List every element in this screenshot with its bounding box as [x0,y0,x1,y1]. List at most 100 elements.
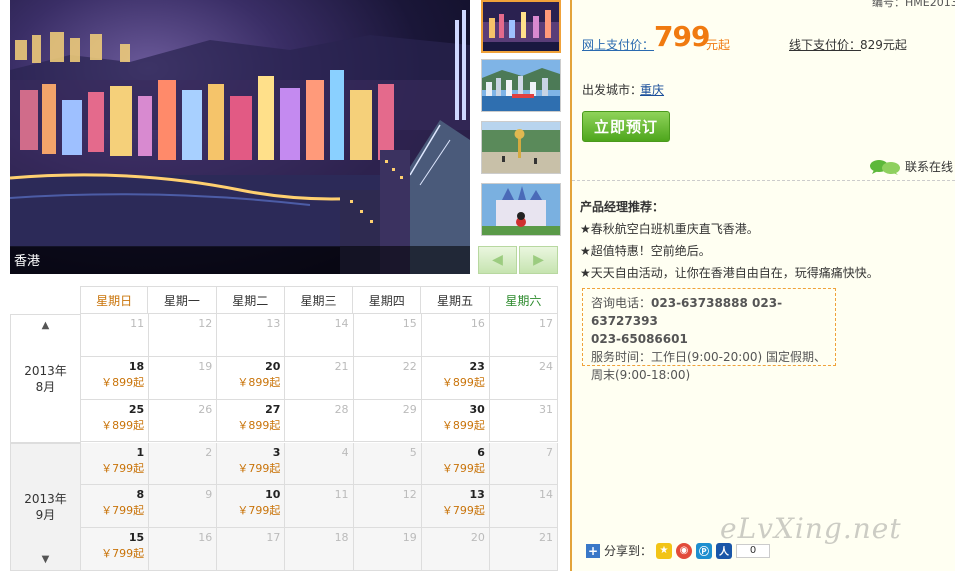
gallery-next-button[interactable]: ▶ [519,246,558,274]
calendar-day-number: 30 [469,402,485,416]
site-watermark: eLvXing.net [720,512,902,545]
prev-month-arrow-icon[interactable]: ▲ [10,320,81,331]
thumbnail-3[interactable] [481,121,561,174]
calendar-day-price: ￥899起 [101,375,145,389]
calendar-day-price: ￥799起 [441,461,485,475]
calendar-day-cell[interactable]: 8 ￥799起 [81,485,150,529]
calendar-day-cell[interactable]: 20 ￥899起 [217,356,286,400]
calendar-day-number: 25 [128,402,145,416]
calendar-day-cell: 11 [81,314,150,357]
calendar-day-cell: 26 [149,399,218,443]
calendar-day-number: 18 [334,531,349,545]
gallery-prev-button[interactable]: ◀ [478,246,517,274]
contact-online-label: 联系在线 [905,160,954,174]
calendar-day-number: 11 [334,488,349,502]
tel-label: 咨询电话： [591,296,652,310]
calendar-day-price: ￥799起 [101,504,145,518]
calendar-day-cell: 7 [489,442,558,486]
product-panel: 编号：HME2013-0 网上支付价： 799 元起 线下支付价： 829元起 … [572,0,955,571]
weekday-friday: 星期五 [421,286,490,314]
calendar-day-price: ￥799起 [237,504,281,518]
calendar-day-number: 2 [205,445,213,459]
calendar-day-price: ￥799起 [101,461,145,475]
calendar-grid: 11 12 13 14 15 16 17 18 ￥899起 19 20 ￥899起 21 22 23 ￥899… [81,314,558,571]
thumbnail-4[interactable] [481,183,561,236]
departure-city-link[interactable]: 重庆 [640,81,664,98]
tencent-icon[interactable]: Ⓟ [696,542,713,559]
calendar-day-number: 21 [538,531,553,545]
calendar-day-cell[interactable]: 6 ￥799起 [421,442,490,486]
month-september: 2013年 9月 [10,443,81,571]
calendar-day-cell: 31 [489,399,558,443]
calendar-day-cell: 16 [421,314,490,357]
weekday-sunday: 星期日 [80,286,149,314]
recommend-item: ★天天自由活动，让你在香港自由自在，玩得痛痛快快。 [580,266,879,280]
calendar-day-cell[interactable]: 18 ￥899起 [81,356,150,400]
month-label: 9月 [35,508,56,522]
share-plus-icon[interactable]: + [586,543,600,558]
month-year-label: 2013年 [24,492,67,506]
tel-line-2: 023-65086601 [591,332,688,346]
calendar-day-cell: 18 [285,528,354,571]
calendar-day-cell: 28 [285,399,354,443]
weibo-icon[interactable]: ◉ [676,542,693,559]
calendar-day-number: 9 [205,488,213,502]
calendar-day-cell: 12 [149,314,218,357]
recommend-item: ★春秋航空白班机重庆直飞香港。 [580,222,759,236]
calendar-day-cell: 13 [217,314,286,357]
calendar-day-price: ￥799起 [101,547,145,561]
calendar-day-number: 6 [477,445,485,459]
month-label: 8月 [35,379,56,394]
calendar-day-number: 19 [198,359,213,373]
contact-online[interactable]: 联系在线 [869,158,953,175]
qzone-icon[interactable]: ★ [656,542,673,559]
calendar-day-cell[interactable]: 3 ￥799起 [217,442,286,486]
online-price-label[interactable]: 网上支付价： [582,36,654,53]
calendar-day-number: 15 [402,317,417,330]
calendar-day-price: ￥899起 [441,375,485,389]
book-now-button[interactable]: 立即预订 [582,111,670,142]
online-price-value: 799 [654,20,710,53]
calendar-day-number: 4 [341,445,349,459]
calendar-day-cell[interactable]: 25 ￥899起 [81,399,150,443]
calendar-day-cell: 5 [353,442,422,486]
calendar-day-cell: 24 [489,356,558,400]
calendar-day-cell[interactable]: 13 ￥799起 [421,485,490,529]
calendar-day-number: 14 [334,317,349,330]
next-month-arrow-icon[interactable]: ▼ [10,554,81,565]
calendar-day-number: 13 [266,317,281,330]
calendar-day-cell[interactable]: 23 ￥899起 [421,356,490,400]
arrow-right-icon: ▶ [533,252,544,268]
calendar-day-cell: 14 [489,485,558,529]
calendar-day-number: 19 [402,531,417,545]
service-hours: 服务时间：工作日(9:00-20:00) 国定假期、周末(9:00-18:00) [591,350,827,382]
calendar-day-number: 16 [198,531,213,545]
calendar-day-number: 17 [266,531,281,545]
contact-info-box: 咨询电话：023-63738888 023-63727393 023-65086… [582,288,836,382]
calendar-day-number: 21 [334,359,349,373]
recommend-title: 产品经理推荐： [580,200,665,214]
month-august: 2013年 8月 [10,314,81,443]
calendar-day-cell: 21 [285,356,354,400]
thumbnail-1[interactable] [481,0,561,53]
share-label: 分享到： [604,544,653,558]
calendar-day-cell[interactable]: 1 ￥799起 [81,442,150,486]
calendar-day-cell[interactable]: 27 ￥899起 [217,399,286,443]
calendar-day-cell[interactable]: 10 ￥799起 [217,485,286,529]
offline-price-value: 829元起 [860,38,907,52]
calendar-day-number: 3 [272,445,281,459]
calendar-day-number: 28 [334,402,349,416]
calendar-day-number: 22 [402,359,417,373]
calendar-day-number: 15 [128,531,145,545]
calendar-day-number: 27 [265,402,281,416]
calendar-day-cell[interactable]: 15 ￥799起 [81,528,150,571]
calendar-day-price: ￥799起 [237,461,281,475]
hero-caption-bar [10,246,470,274]
calendar-day-number: 8 [136,488,145,502]
section-divider [572,180,955,181]
thumbnail-2[interactable] [481,59,561,112]
calendar-day-number: 5 [409,445,417,459]
offline-price-label[interactable]: 线下支付价： [789,36,861,53]
calendar-day-price: ￥899起 [237,418,281,432]
calendar-day-cell[interactable]: 30 ￥899起 [421,399,490,443]
